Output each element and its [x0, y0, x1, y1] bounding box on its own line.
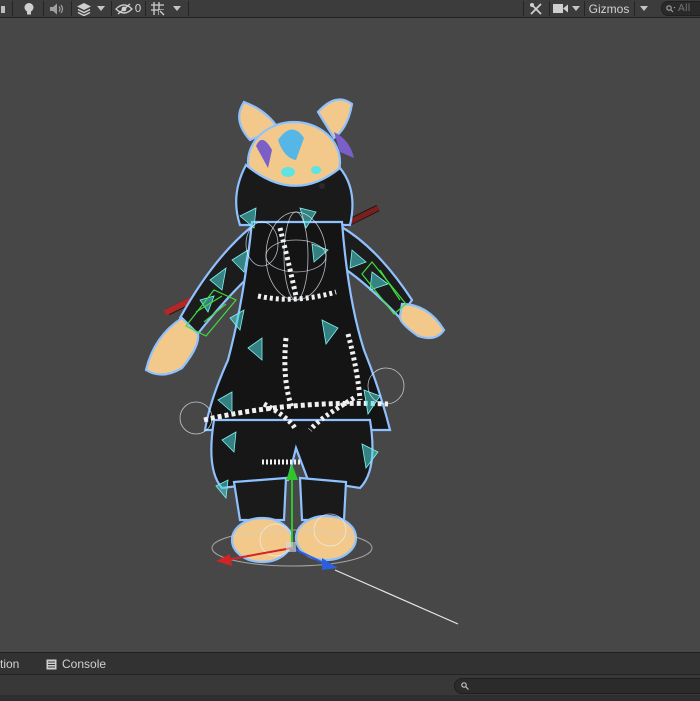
effects-toggle-button[interactable] [74, 0, 94, 17]
audio-toggle-button[interactable] [44, 0, 70, 17]
lightbulb-icon [24, 2, 34, 14]
gizmos-label: Gizmos [588, 1, 630, 16]
camera-dropdown-button[interactable] [569, 0, 583, 17]
grid-icon [150, 2, 165, 16]
scene-view[interactable] [0, 18, 700, 652]
eye-slash-icon [114, 2, 133, 15]
tab-animation-label: tion [0, 657, 20, 671]
chevron-down-icon [640, 6, 648, 11]
tab-console-label: Console [62, 657, 107, 671]
panel-tabs: tion Console [0, 653, 700, 675]
search-icon [461, 682, 469, 690]
grid-dropdown-button[interactable] [168, 0, 186, 17]
speaker-icon [50, 3, 64, 14]
console-icon [46, 659, 57, 669]
toolbar-edge-icon [1, 5, 5, 13]
lighting-toggle-button[interactable] [16, 0, 42, 17]
tools-toggle-button[interactable] [525, 0, 547, 17]
scene-toolbar: 0 Gizmos [0, 0, 700, 18]
2d-toggle-button[interactable] [0, 0, 8, 17]
chevron-down-icon [173, 6, 181, 11]
console-search-box[interactable] [454, 678, 700, 694]
scene-canvas[interactable] [0, 18, 700, 652]
tab-animation[interactable]: tion [0, 653, 19, 675]
x-axis-arrow-icon[interactable] [216, 554, 232, 566]
hidden-object-count: 0 [134, 2, 142, 15]
gizmos-dropdown-button[interactable] [636, 0, 652, 17]
layers-icon [77, 2, 91, 16]
tab-console[interactable]: Console [46, 653, 106, 675]
tools-icon [530, 2, 542, 15]
grid-toggle-button[interactable] [147, 0, 167, 17]
gizmos-button[interactable]: Gizmos [586, 0, 632, 17]
bottom-panel: tion Console [0, 652, 700, 701]
character-model[interactable] [144, 98, 446, 564]
hidden-objects-toggle-button[interactable]: 0 [113, 0, 143, 17]
hierarchy-search-box[interactable] [661, 1, 700, 16]
ray-line [334, 569, 459, 625]
console-search-input[interactable] [473, 680, 673, 692]
console-log-list[interactable] [0, 695, 700, 701]
chevron-down-icon [97, 6, 105, 11]
chevron-down-icon [572, 6, 580, 11]
search-icon [666, 4, 676, 12]
camera-button[interactable] [551, 0, 569, 17]
camera-icon [552, 4, 568, 13]
effects-dropdown-button[interactable] [94, 0, 108, 17]
center-handle[interactable] [286, 542, 296, 552]
hierarchy-search-input[interactable] [678, 3, 700, 14]
